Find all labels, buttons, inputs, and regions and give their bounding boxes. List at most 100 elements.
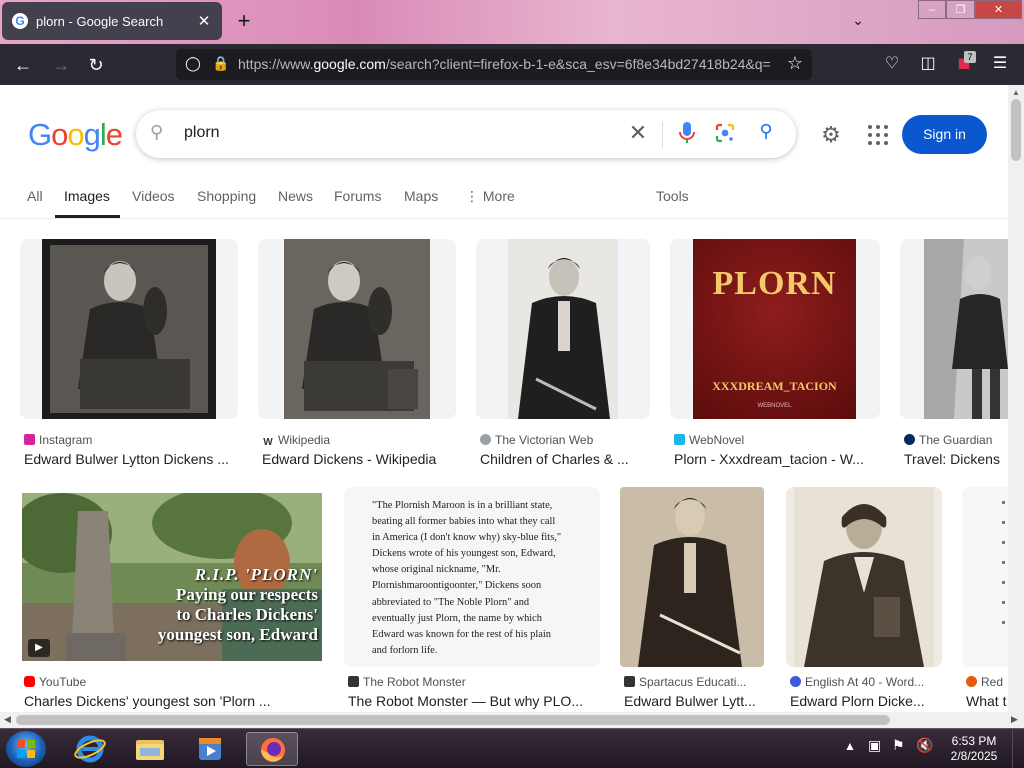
- search-divider: [662, 122, 663, 148]
- image-result[interactable]: Red What t: [962, 487, 1008, 712]
- horizontal-scroll-thumb[interactable]: [16, 715, 890, 725]
- search-box[interactable]: ⚲ plorn ✕ ⚲: [136, 110, 796, 158]
- reload-icon[interactable]: ↻: [83, 52, 109, 78]
- media-player-icon[interactable]: [184, 732, 236, 766]
- image-result[interactable]: PLORN XXXDREAM_TACION WEBNOVEL WebNovel …: [670, 239, 880, 469]
- tab-all[interactable]: All: [27, 188, 43, 204]
- tab-close-icon[interactable]: ✕: [196, 12, 212, 30]
- book-cover: PLORN XXXDREAM_TACION WEBNOVEL: [693, 239, 856, 419]
- result-thumbnail[interactable]: R.I.P. 'PLORN' Paying our respects to Ch…: [22, 493, 322, 661]
- horizontal-scrollbar[interactable]: ◀ ▶: [0, 712, 1024, 728]
- scroll-up-arrow-icon[interactable]: ▲: [1012, 88, 1020, 97]
- result-source[interactable]: The Guardian: [904, 433, 1008, 447]
- sign-in-button[interactable]: Sign in: [902, 115, 987, 154]
- result-thumbnail[interactable]: [620, 487, 764, 667]
- tab-forums[interactable]: Forums: [334, 188, 381, 204]
- google-logo[interactable]: Google: [28, 117, 123, 153]
- image-result[interactable]: Instagram Edward Bulwer Lytton Dickens .…: [20, 239, 238, 469]
- menu-hamburger-icon[interactable]: ☰: [988, 52, 1012, 76]
- settings-gear-icon[interactable]: ⚙: [818, 122, 844, 148]
- result-thumbnail[interactable]: [258, 239, 456, 419]
- result-source[interactable]: Red: [966, 675, 1008, 689]
- result-title[interactable]: Children of Charles & ...: [480, 451, 646, 467]
- result-title[interactable]: Charles Dickens' youngest son 'Plorn ...: [24, 693, 320, 709]
- result-title[interactable]: What t: [966, 693, 1008, 709]
- back-arrow-icon[interactable]: ←: [10, 52, 36, 78]
- tab-maps[interactable]: Maps: [404, 188, 438, 204]
- result-source[interactable]: Instagram: [24, 433, 234, 447]
- scroll-left-arrow-icon[interactable]: ◀: [4, 714, 11, 725]
- result-thumbnail[interactable]: [476, 239, 650, 419]
- voice-search-mic-icon[interactable]: [676, 120, 698, 146]
- search-submit-icon[interactable]: ⚲: [754, 121, 778, 142]
- result-title[interactable]: Edward Bulwer Lytt...: [624, 693, 762, 709]
- browser-tab[interactable]: G plorn - Google Search ✕: [2, 2, 222, 40]
- list-all-tabs-chevron-icon[interactable]: ⌄: [848, 12, 868, 32]
- tab-images[interactable]: Images: [64, 188, 110, 204]
- clear-search-icon[interactable]: ✕: [626, 120, 650, 146]
- minimize-button[interactable]: –: [918, 0, 947, 19]
- search-input[interactable]: plorn: [184, 124, 220, 142]
- result-source[interactable]: YouTube: [24, 675, 320, 689]
- tab-more[interactable]: ⋮ More: [465, 188, 515, 205]
- scroll-right-arrow-icon[interactable]: ▶: [1011, 714, 1018, 725]
- tab-tools[interactable]: Tools: [656, 188, 689, 204]
- show-hidden-icons-chevron-icon[interactable]: ▲: [844, 739, 856, 753]
- pocket-icon[interactable]: ♡: [880, 52, 904, 76]
- result-source[interactable]: W Wikipedia: [262, 433, 452, 448]
- tab-shopping[interactable]: Shopping: [197, 188, 256, 204]
- tracking-shield-icon[interactable]: ◯: [184, 55, 202, 73]
- result-thumbnail[interactable]: [900, 239, 1008, 419]
- result-source[interactable]: English At 40 - Word...: [790, 675, 940, 689]
- network-icon[interactable]: ▣: [868, 737, 881, 754]
- vertical-scrollbar[interactable]: ▲: [1008, 85, 1024, 712]
- result-thumbnail[interactable]: "The Plornish Maroon is in a brilliant s…: [344, 487, 600, 667]
- start-button[interactable]: [6, 731, 46, 767]
- system-clock[interactable]: 6:53 PM 2/8/2025: [944, 734, 1004, 764]
- image-result[interactable]: Spartacus Educati... Edward Bulwer Lytt.…: [620, 487, 764, 712]
- internet-explorer-icon[interactable]: [64, 732, 116, 766]
- address-bar[interactable]: ◯ 🔒 https://www.google.com/search?client…: [176, 49, 812, 80]
- image-result[interactable]: English At 40 - Word... Edward Plorn Dic…: [786, 487, 942, 712]
- image-result[interactable]: The Victorian Web Children of Charles & …: [476, 239, 650, 469]
- bookmark-star-icon[interactable]: ☆: [784, 53, 806, 74]
- result-thumbnail[interactable]: PLORN XXXDREAM_TACION WEBNOVEL: [670, 239, 880, 419]
- image-result[interactable]: "The Plornish Maroon is in a brilliant s…: [344, 487, 600, 712]
- result-source[interactable]: Spartacus Educati...: [624, 675, 762, 689]
- windows-taskbar: ▲ ▣ ⚑ 🔇 6:53 PM 2/8/2025: [0, 728, 1024, 768]
- file-explorer-icon[interactable]: [124, 732, 176, 766]
- result-thumbnail[interactable]: [20, 239, 238, 419]
- tab-news[interactable]: News: [278, 188, 313, 204]
- volume-muted-icon[interactable]: 🔇: [916, 737, 933, 754]
- search-tabs: All Images Videos Shopping News Forums M…: [0, 177, 1008, 219]
- close-window-button[interactable]: ✕: [974, 0, 1022, 19]
- more-dots-icon: ⋮: [465, 188, 483, 204]
- result-thumbnail[interactable]: [962, 487, 1008, 667]
- image-result[interactable]: W Wikipedia Edward Dickens - Wikipedia: [258, 239, 456, 469]
- vertical-scroll-thumb[interactable]: [1011, 99, 1021, 161]
- show-desktop-button[interactable]: [1012, 729, 1024, 768]
- action-center-flag-icon[interactable]: ⚑: [892, 737, 905, 754]
- url-text[interactable]: https://www.google.com/search?client=fir…: [238, 56, 778, 72]
- result-title[interactable]: Travel: Dickens: [904, 451, 1008, 467]
- result-source[interactable]: The Victorian Web: [480, 433, 646, 447]
- result-thumbnail[interactable]: [786, 487, 942, 667]
- google-apps-grid-icon[interactable]: [866, 123, 890, 147]
- result-title[interactable]: Plorn - Xxxdream_tacion - W...: [674, 451, 874, 467]
- extensions-puzzle-icon[interactable]: ◫: [916, 52, 940, 76]
- lock-icon[interactable]: 🔒: [212, 55, 230, 73]
- image-result[interactable]: R.I.P. 'PLORN' Paying our respects to Ch…: [22, 493, 322, 712]
- result-title[interactable]: Edward Bulwer Lytton Dickens ...: [24, 451, 236, 467]
- result-title[interactable]: The Robot Monster — But why PLO...: [348, 693, 598, 709]
- new-tab-button[interactable]: +: [232, 9, 256, 33]
- image-result[interactable]: The Guardian Travel: Dickens: [900, 239, 1008, 469]
- result-source[interactable]: WebNovel: [674, 433, 874, 447]
- firefox-taskbar-icon[interactable]: [246, 732, 298, 766]
- result-title[interactable]: Edward Dickens - Wikipedia: [262, 451, 454, 467]
- result-title[interactable]: Edward Plorn Dicke...: [790, 693, 940, 709]
- google-lens-icon[interactable]: [714, 122, 736, 144]
- maximize-button[interactable]: ❐: [946, 0, 975, 19]
- forward-arrow-icon[interactable]: →: [48, 52, 74, 78]
- tab-videos[interactable]: Videos: [132, 188, 175, 204]
- result-source[interactable]: The Robot Monster: [348, 675, 598, 689]
